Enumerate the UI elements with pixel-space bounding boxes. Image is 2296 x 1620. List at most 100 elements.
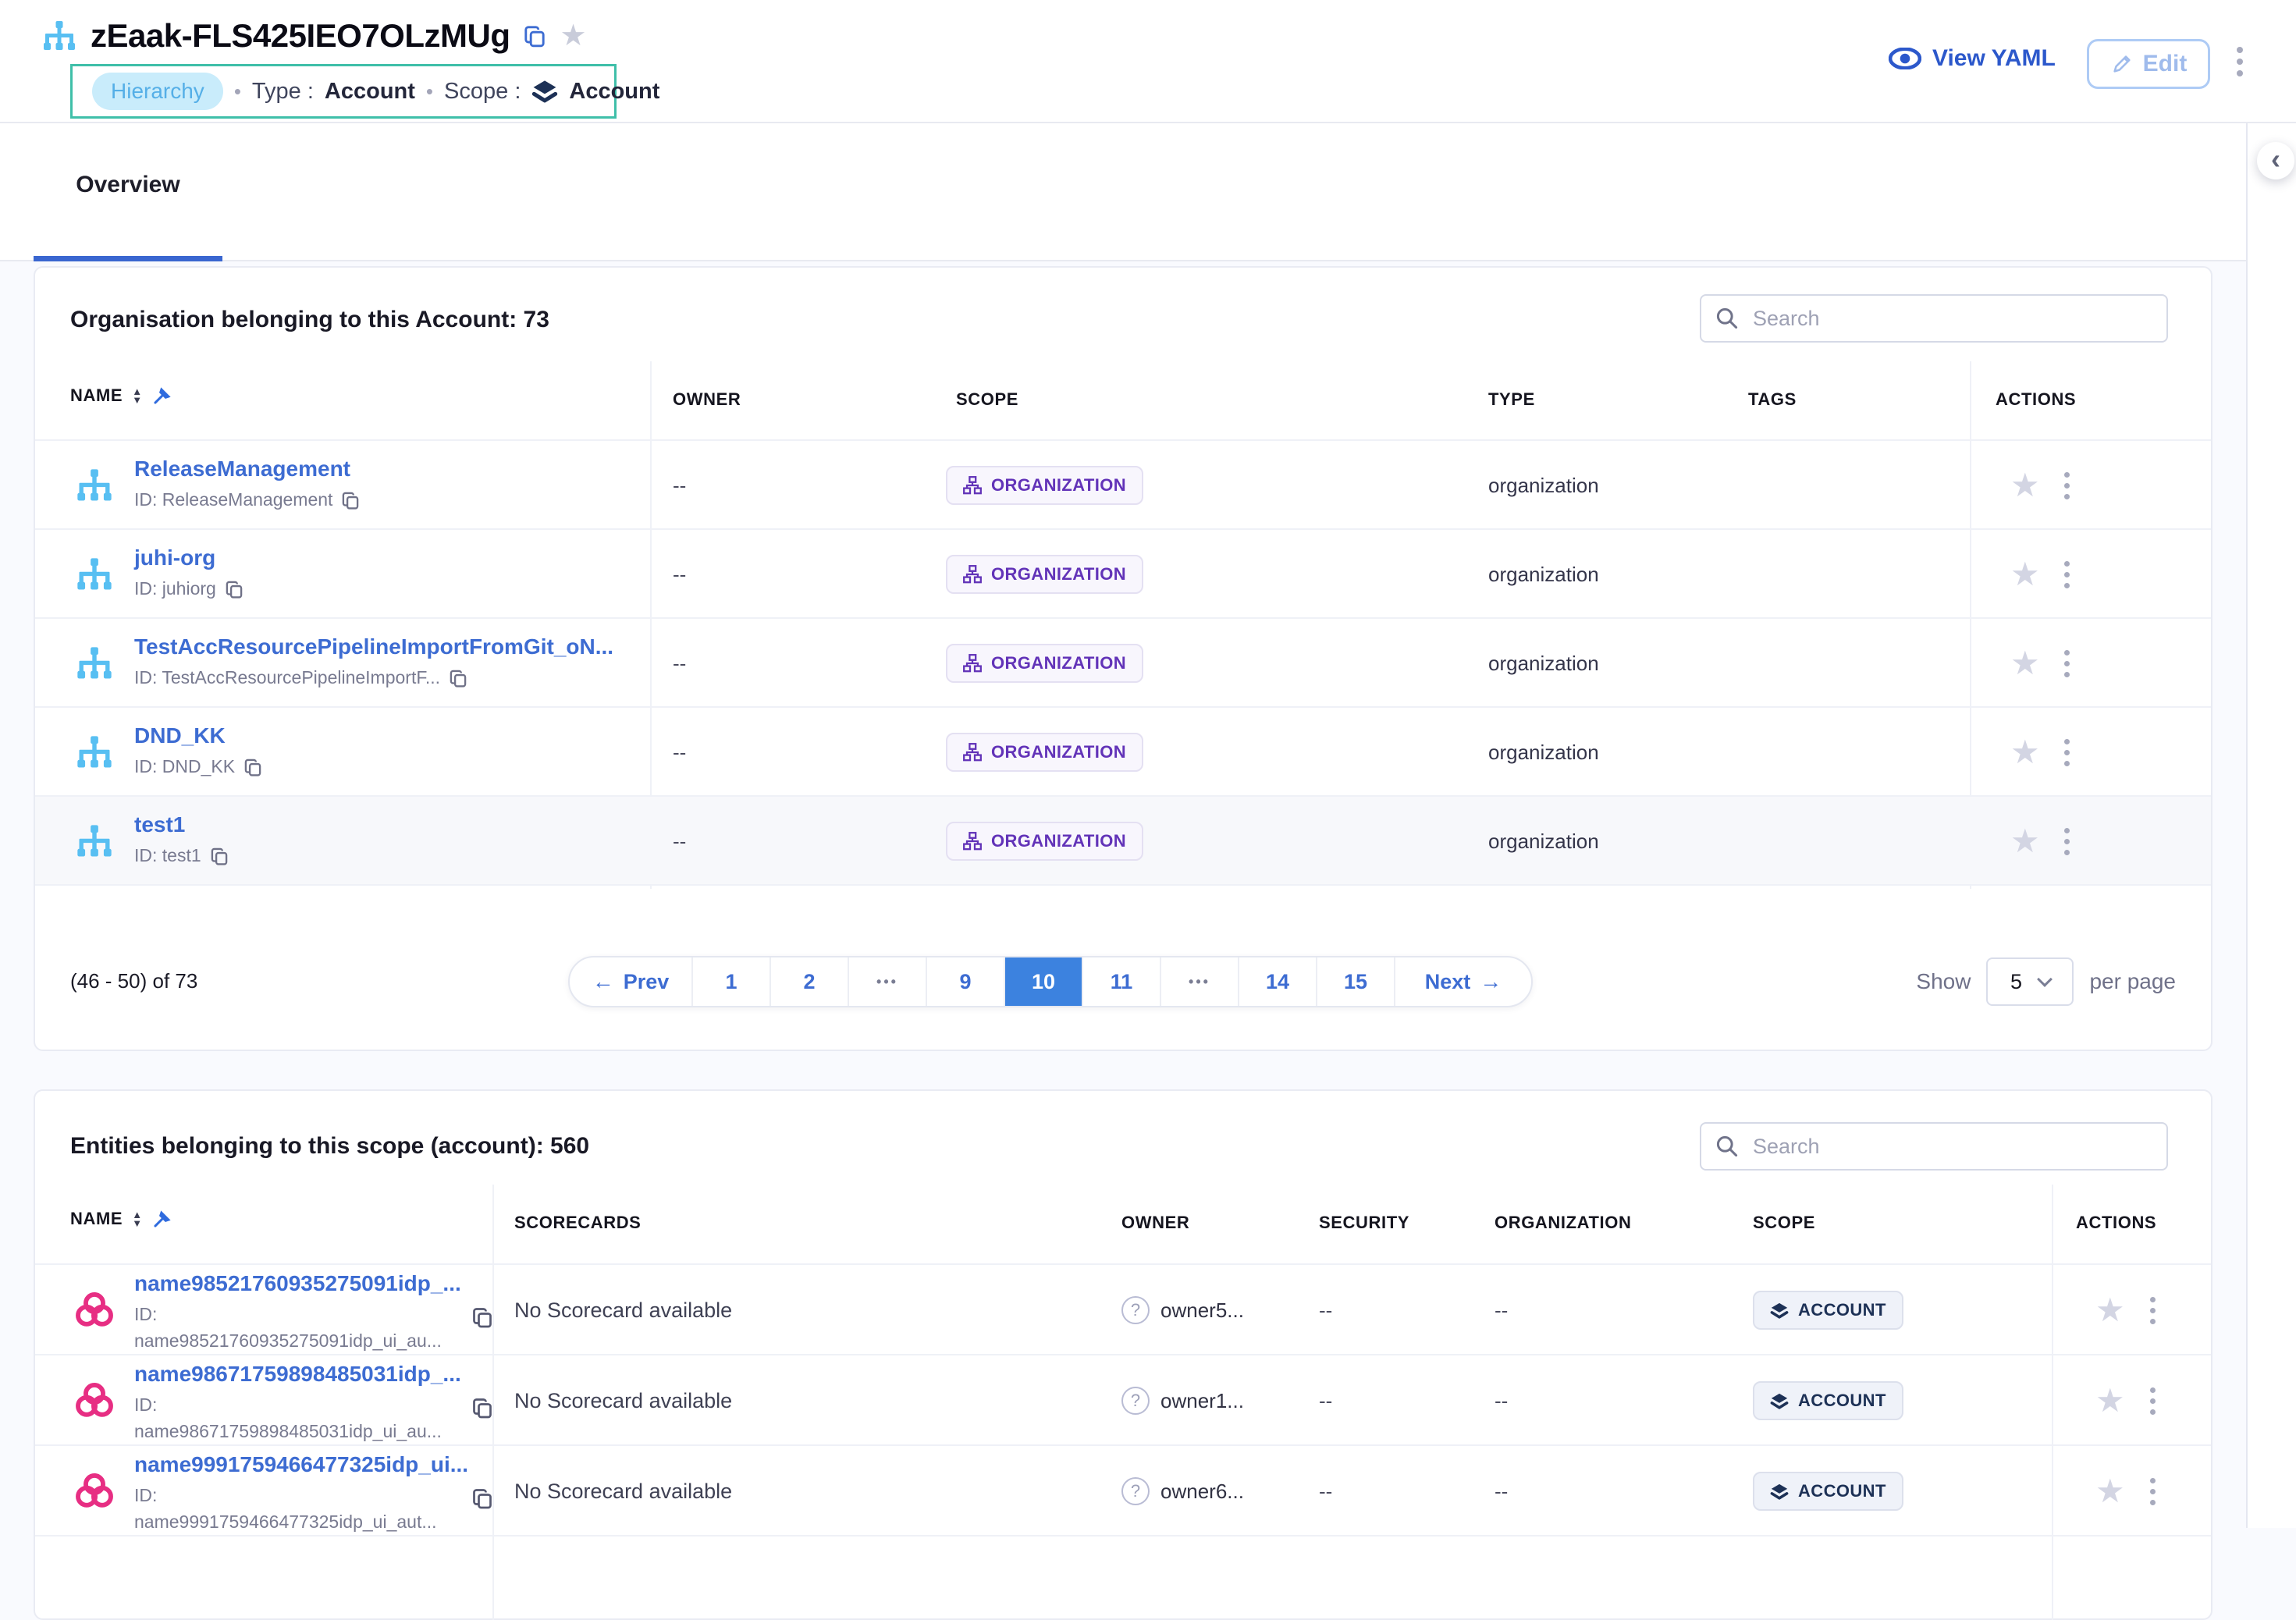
- entity-name-link[interactable]: name9991759466477325idp_ui...: [134, 1452, 468, 1477]
- entities-table-header: NAME ▲▼ SCORECARDS OWNER SECURITY ORGANI…: [35, 1185, 2211, 1265]
- pagination-page-button[interactable]: 15: [1316, 957, 1394, 1006]
- row-more-options-button[interactable]: [2150, 1387, 2156, 1415]
- org-name-link[interactable]: juhi-org: [134, 545, 215, 570]
- organization-icon: [963, 743, 982, 762]
- pagination-page-button[interactable]: 14: [1238, 957, 1316, 1006]
- entities-search-input[interactable]: [1700, 1122, 2168, 1171]
- type-value: organization: [1488, 474, 1599, 498]
- organisations-search-input[interactable]: [1700, 294, 2168, 343]
- scope-badge: ORGANIZATION: [946, 733, 1143, 772]
- entity-name-link[interactable]: name98521760935275091idp_...: [134, 1271, 461, 1296]
- account-layers-icon: [1770, 1393, 1789, 1409]
- pagination-page-button-active[interactable]: 10: [1004, 957, 1082, 1006]
- sort-control[interactable]: ▲▼: [132, 1210, 142, 1227]
- organization-icon: [963, 832, 982, 851]
- pagination-range: (46 - 50) of 73: [70, 956, 197, 1006]
- favorite-star-icon[interactable]: ★: [2010, 558, 2040, 591]
- account-hierarchy-page: { "header": { "title": "zEaak-FLS425IEO7…: [0, 0, 2296, 1528]
- hierarchy-icon: [41, 17, 78, 55]
- entity-name-link[interactable]: name98671759898485031idp_...: [134, 1362, 461, 1387]
- copy-id-icon[interactable]: [471, 1396, 494, 1419]
- pagination-page-button[interactable]: 2: [769, 957, 848, 1006]
- copy-id-icon[interactable]: [471, 1487, 494, 1510]
- favorite-star-icon[interactable]: ★: [2010, 469, 2040, 502]
- separator-dot: •: [234, 80, 241, 104]
- copy-id-icon[interactable]: [224, 579, 244, 599]
- pagination-ellipsis-button[interactable]: •••: [1160, 957, 1238, 1006]
- favorite-star-icon[interactable]: ★: [2010, 736, 2040, 769]
- entity-id-value: name98521760935275091idp_ui_au...: [134, 1330, 442, 1352]
- organisations-rows: ReleaseManagement ID: ReleaseManagement …: [35, 441, 2211, 886]
- row-more-options-button[interactable]: [2064, 650, 2070, 677]
- question-circle-icon: ?: [1121, 1387, 1150, 1415]
- row-more-options-button[interactable]: [2064, 739, 2070, 766]
- pin-icon[interactable]: [152, 385, 173, 406]
- org-name-link[interactable]: TestAccResourcePipelineImportFromGit_oN.…: [134, 634, 613, 659]
- favorite-star-icon[interactable]: ★: [2010, 825, 2040, 858]
- organization-value: --: [1495, 1298, 1508, 1323]
- owner-value: owner1...: [1160, 1389, 1244, 1413]
- pagination-ellipsis-button[interactable]: •••: [848, 957, 926, 1006]
- org-hierarchy-icon: [74, 554, 115, 595]
- entity-id-label: ID:: [134, 1304, 157, 1325]
- row-more-options-button[interactable]: [2150, 1478, 2156, 1505]
- row-more-options-button[interactable]: [2064, 828, 2070, 855]
- org-name-link[interactable]: test1: [134, 812, 185, 837]
- scorecards-value: No Scorecard available: [514, 1389, 732, 1413]
- entities-rows: name98521760935275091idp_... ID: name985…: [35, 1265, 2211, 1537]
- favorite-star-icon[interactable]: ★: [2010, 647, 2040, 680]
- org-id: ID: juhiorg: [134, 578, 216, 599]
- column-organization: ORGANIZATION: [1495, 1213, 1631, 1233]
- pagination-page-button[interactable]: 1: [691, 957, 769, 1006]
- type-label: Type :: [252, 79, 314, 105]
- row-more-options-button[interactable]: [2064, 472, 2070, 499]
- org-hierarchy-icon: [74, 643, 115, 684]
- page-size-select[interactable]: 5: [1986, 957, 2074, 1006]
- entity-knot-icon: [74, 1470, 115, 1511]
- copy-id-icon[interactable]: [471, 1306, 494, 1329]
- favorite-star-icon[interactable]: ★: [2095, 1475, 2125, 1508]
- organization-icon: [963, 565, 982, 584]
- copy-id-icon[interactable]: [209, 846, 229, 866]
- header-more-options-button[interactable]: [2237, 47, 2243, 76]
- column-actions: ACTIONS: [2076, 1213, 2156, 1233]
- pagination-prev-button[interactable]: ← Prev: [570, 957, 691, 1006]
- collapse-panel-button[interactable]: ‹: [2257, 142, 2294, 179]
- copy-id-icon[interactable]: [448, 668, 468, 688]
- row-more-options-button[interactable]: [2064, 561, 2070, 588]
- account-layers-icon: [1770, 1483, 1789, 1500]
- column-type: TYPE: [1488, 389, 1535, 410]
- favorite-star-icon[interactable]: ★: [2095, 1384, 2125, 1417]
- pin-icon[interactable]: [152, 1208, 173, 1229]
- scope-value: Account: [569, 79, 659, 105]
- favorite-star-icon[interactable]: ★: [2095, 1294, 2125, 1327]
- row-more-options-button[interactable]: [2150, 1297, 2156, 1324]
- scope-badge: ORGANIZATION: [946, 644, 1143, 683]
- scope-badge: ACCOUNT: [1753, 1381, 1903, 1420]
- organization-value: --: [1495, 1389, 1508, 1413]
- edit-button[interactable]: Edit: [2087, 39, 2210, 89]
- favorite-star-icon[interactable]: ★: [560, 21, 586, 51]
- type-value: organization: [1488, 563, 1599, 587]
- pagination-next-button[interactable]: Next →: [1394, 957, 1531, 1006]
- org-name-link[interactable]: ReleaseManagement: [134, 457, 350, 481]
- tab-overview[interactable]: Overview: [34, 123, 222, 261]
- pagination-page-button[interactable]: 11: [1082, 957, 1160, 1006]
- entity-knot-icon: [74, 1289, 115, 1330]
- column-name: NAME ▲▼: [70, 1208, 173, 1229]
- sort-control[interactable]: ▲▼: [132, 387, 142, 404]
- chevron-down-icon: [2037, 972, 2053, 987]
- view-yaml-button[interactable]: View YAML: [1889, 45, 2056, 72]
- copy-id-icon[interactable]: [243, 757, 263, 777]
- copy-title-icon[interactable]: [522, 23, 547, 48]
- copy-id-icon[interactable]: [340, 490, 361, 510]
- org-id: ID: DND_KK: [134, 756, 235, 777]
- organization-icon: [963, 654, 982, 673]
- arrow-left-icon: ←: [592, 969, 614, 994]
- pagination-page-button[interactable]: 9: [926, 957, 1004, 1006]
- org-name-link[interactable]: DND_KK: [134, 723, 226, 748]
- column-actions: ACTIONS: [1996, 389, 2076, 410]
- search-icon: [1715, 307, 1739, 330]
- table-row: name98521760935275091idp_... ID: name985…: [35, 1265, 2211, 1355]
- page-size-control: Show 5 per page: [1916, 956, 2176, 1007]
